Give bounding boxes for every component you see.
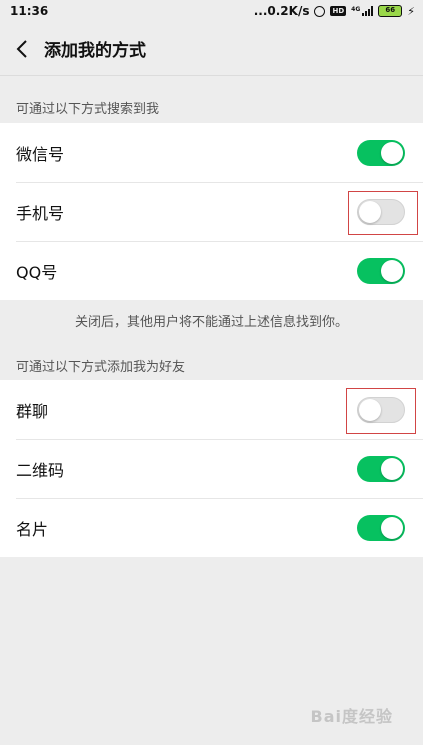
status-bar: 11:36 ...0.2K/s HD 4G 66 ⚡ [0, 0, 423, 22]
row-label: 微信号 [16, 144, 65, 164]
battery-icon: 66 [378, 5, 403, 17]
network-speed: ...0.2K/s [253, 4, 310, 18]
row-label: 名片 [16, 519, 49, 539]
charging-icon: ⚡ [407, 4, 415, 18]
row-label: 二维码 [16, 460, 65, 480]
search-methods-group: 微信号 手机号 QQ号 [0, 123, 423, 300]
page-title: 添加我的方式 [44, 41, 146, 61]
add-methods-group: 群聊 二维码 名片 [0, 380, 423, 557]
search-hint-text: 关闭后，其他用户将不能通过上述信息找到你。 [74, 315, 348, 330]
qr-code-toggle[interactable] [357, 455, 405, 482]
hd-icon: HD [330, 6, 347, 16]
back-icon[interactable] [0, 22, 44, 76]
business-card-toggle[interactable] [357, 514, 405, 541]
signal-label: 4G [351, 6, 361, 13]
group-chat-toggle[interactable] [357, 396, 405, 423]
alarm-icon [314, 5, 326, 17]
phone-toggle[interactable] [357, 198, 405, 225]
status-time: 11:36 [10, 4, 49, 18]
setting-row-business-card[interactable]: 名片 [0, 498, 423, 557]
add-section-header: 可通过以下方式添加我为好友 [16, 360, 186, 375]
row-label: 群聊 [16, 401, 49, 421]
nav-bar: 添加我的方式 [0, 22, 423, 76]
watermark: Bai度经验 [310, 707, 393, 726]
setting-row-phone[interactable]: 手机号 [0, 182, 423, 241]
setting-row-qq[interactable]: QQ号 [0, 241, 423, 300]
row-label: QQ号 [16, 262, 58, 282]
search-section-header: 可通过以下方式搜索到我 [16, 102, 160, 117]
setting-row-qr-code[interactable]: 二维码 [0, 439, 423, 498]
status-icons: ...0.2K/s HD 4G 66 ⚡ [254, 4, 415, 18]
qq-toggle[interactable] [357, 257, 405, 284]
signal-icon: 4G [351, 6, 374, 16]
setting-row-wechat-id[interactable]: 微信号 [0, 123, 423, 182]
row-label: 手机号 [16, 203, 65, 223]
setting-row-group-chat[interactable]: 群聊 [0, 380, 423, 439]
wechat-id-toggle[interactable] [357, 139, 405, 166]
